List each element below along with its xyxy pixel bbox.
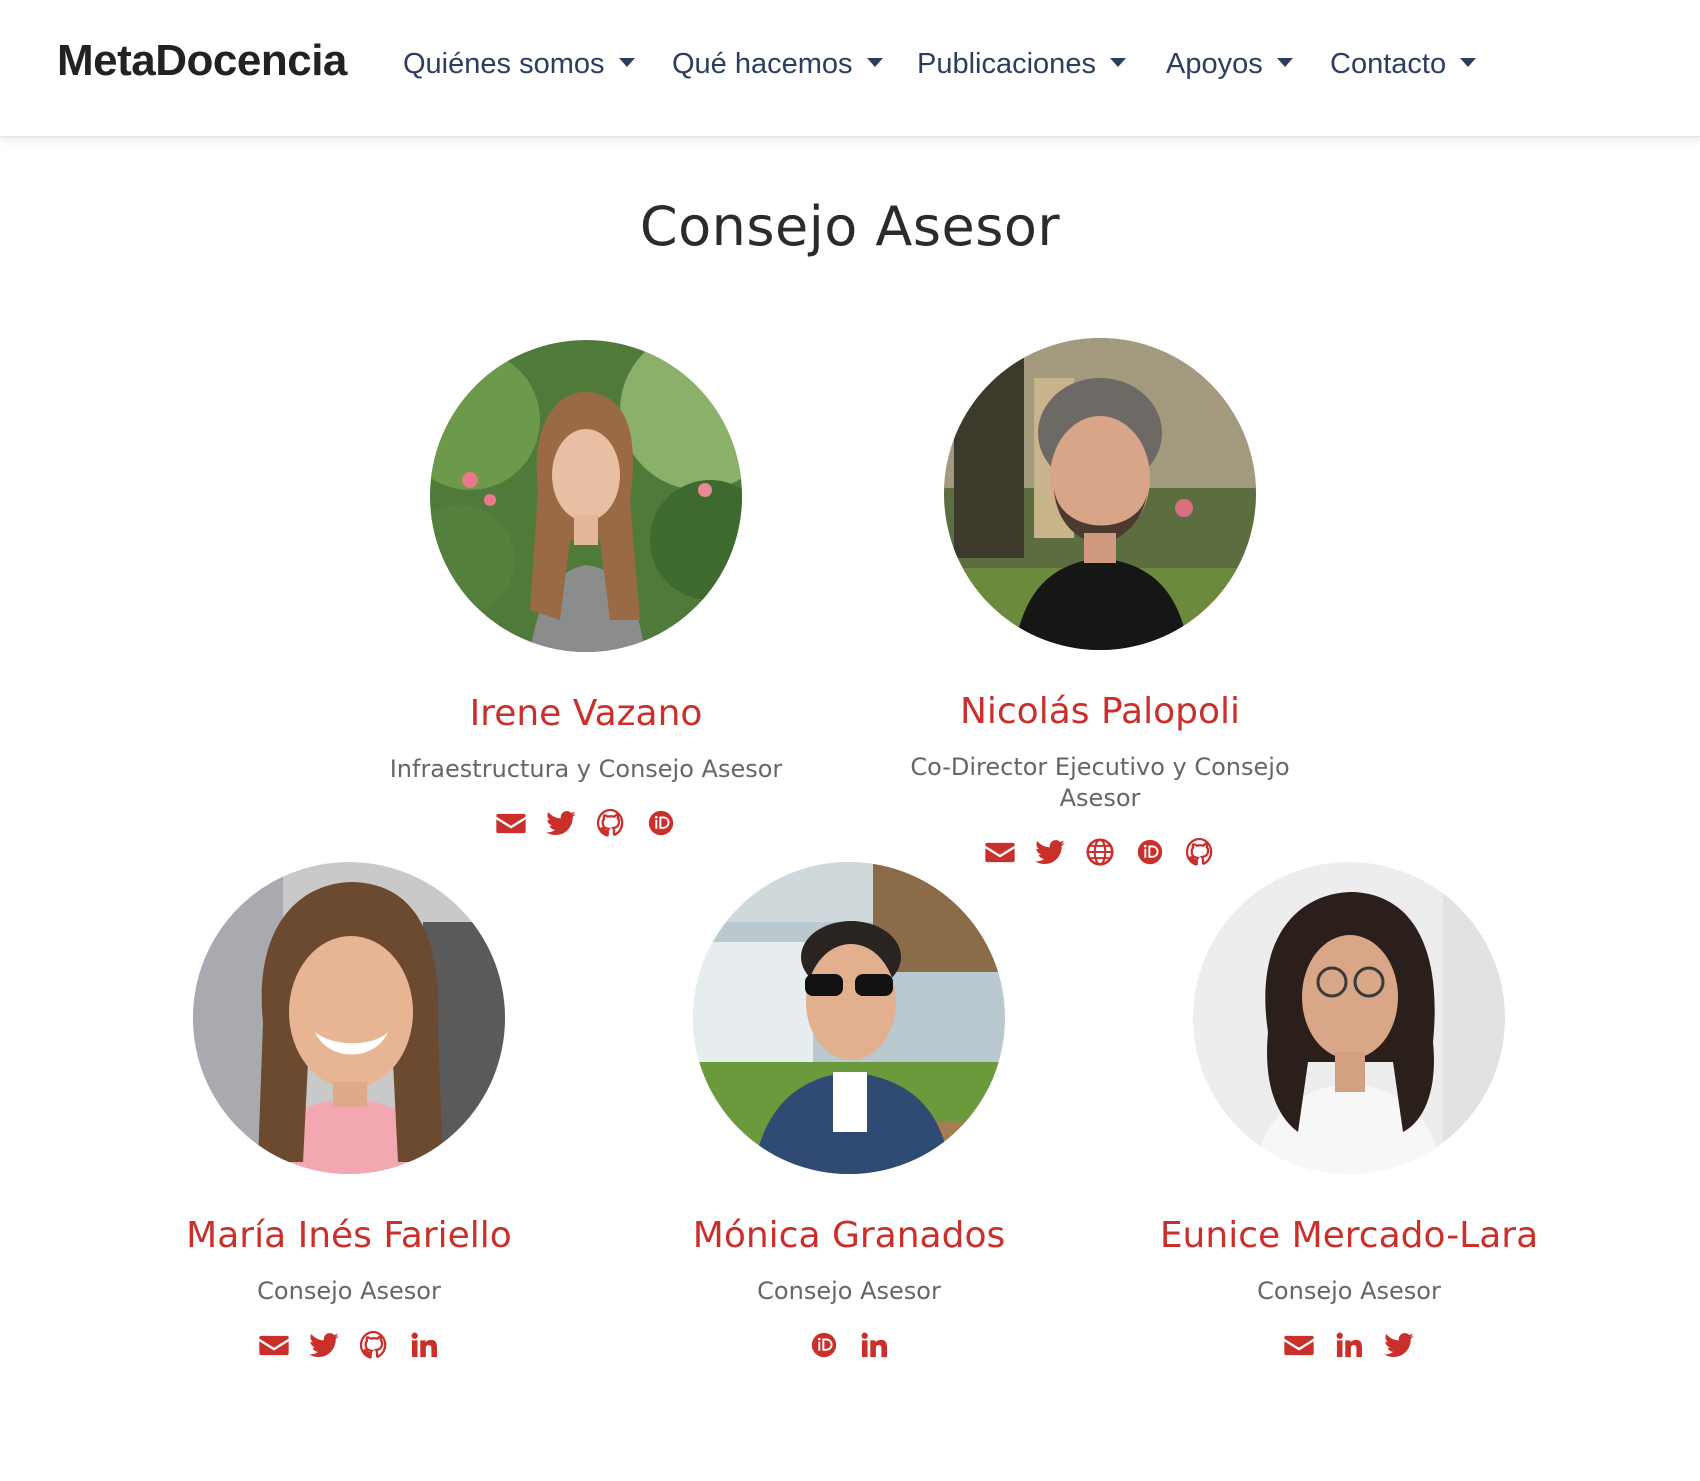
avatar [1193,862,1505,1174]
linkedin-icon[interactable] [859,1330,889,1360]
github-icon[interactable] [359,1330,389,1360]
member-role: Co-Director Ejecutivo y Consejo Asesor [910,753,1290,812]
caret-down-icon [618,57,635,67]
nav-item-label: Contacto [1330,47,1447,80]
twitter-icon[interactable] [546,808,576,838]
brand-logo[interactable]: MetaDocencia [57,36,347,86]
caret-down-icon [866,57,883,67]
social-links [619,1329,1079,1361]
caret-down-icon [1276,57,1293,67]
team-member-card: María Inés Fariello Consejo Asesor [119,862,579,1361]
twitter-icon[interactable] [1384,1330,1414,1360]
member-name: Irene Vazano [469,693,703,734]
nav-item-quienes-somos[interactable]: Quiénes somos [403,44,635,84]
nav-item-label: Qué hacemos [672,47,853,80]
nav-item-label: Quiénes somos [403,47,605,80]
nav-item-contacto[interactable]: Contacto [1330,44,1477,84]
caret-down-icon [1460,57,1477,67]
twitter-icon[interactable] [309,1330,339,1360]
nav-item-apoyos[interactable]: Apoyos [1166,44,1293,84]
avatar [944,338,1256,650]
globe-icon[interactable] [1085,837,1115,867]
page-title: Consejo Asesor [639,195,1061,258]
social-links [356,807,816,839]
avatar [430,340,742,652]
envelope-icon[interactable] [496,808,526,838]
nav-item-publicaciones[interactable]: Publicaciones [917,44,1126,84]
team-member-card: Irene Vazano Infraestructura y Consejo A… [356,340,816,839]
github-icon[interactable] [596,808,626,838]
member-role: Consejo Asesor [757,1277,941,1305]
linkedin-icon[interactable] [409,1330,439,1360]
member-name: Nicolás Palopoli [959,691,1241,732]
member-name: Eunice Mercado-Lara [1159,1215,1539,1256]
social-links [1119,1329,1579,1361]
team-member-card: Mónica Granados Consejo Asesor [619,862,1079,1361]
navbar: MetaDocencia Quiénes somos Qué hacemos P… [0,0,1700,137]
team-member-card: Nicolás Palopoli Co-Director Ejecutivo y… [870,338,1330,868]
orcid-icon[interactable] [809,1330,839,1360]
member-role: Consejo Asesor [1257,1277,1441,1305]
linkedin-icon[interactable] [1334,1330,1364,1360]
nav-item-que-hacemos[interactable]: Qué hacemos [672,44,883,84]
social-links [119,1329,579,1361]
nav-item-label: Apoyos [1166,47,1263,80]
team-member-card: Eunice Mercado-Lara Consejo Asesor [1119,862,1579,1361]
member-role: Consejo Asesor [257,1277,441,1305]
avatar [193,862,505,1174]
avatar [693,862,1005,1174]
nav-item-label: Publicaciones [917,47,1096,80]
member-name: María Inés Fariello [186,1215,512,1256]
envelope-icon[interactable] [259,1330,289,1360]
envelope-icon[interactable] [1284,1330,1314,1360]
caret-down-icon [1109,57,1126,67]
member-role: Infraestructura y Consejo Asesor [389,755,783,783]
member-name: Mónica Granados [692,1215,1006,1256]
orcid-icon[interactable] [646,808,676,838]
